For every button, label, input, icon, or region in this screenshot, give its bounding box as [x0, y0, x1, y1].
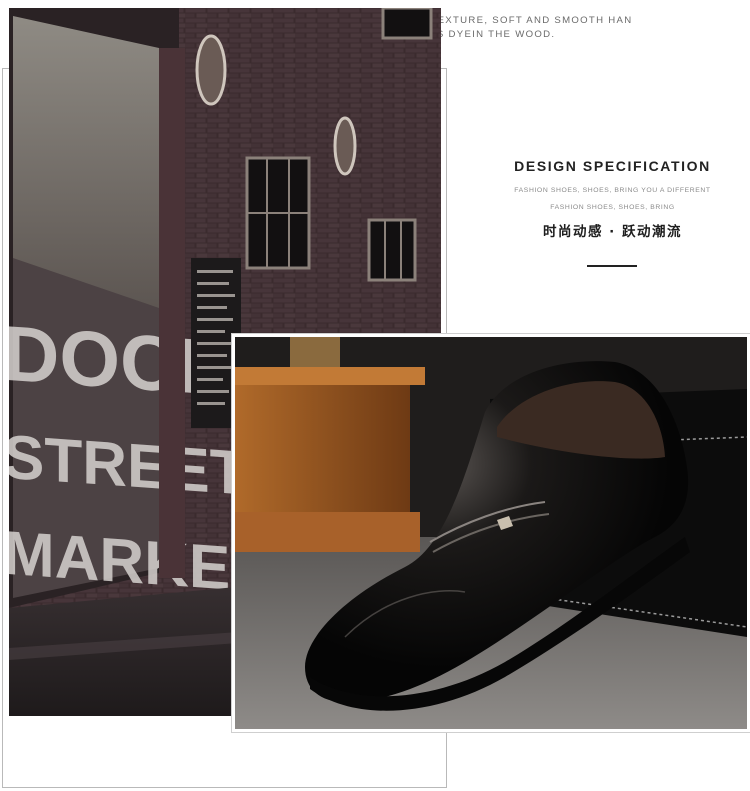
design-specification: DESIGN SPECIFICATION FASHION SHOES, SHOE… [500, 158, 725, 240]
spec-title: DESIGN SPECIFICATION [514, 158, 711, 174]
spec-chinese-slogan: 时尚动感 · 跃动潮流 [542, 224, 683, 240]
spec-subtitle-1: FASHION SHOES, SHOES, BRING YOU A DIFFER… [514, 187, 711, 194]
spec-subtitle-2: FASHION SHOES, SHOES, BRING [550, 204, 675, 211]
spec-underline [587, 265, 637, 267]
shoe-photo [235, 337, 747, 729]
shoe-photo-frame [232, 334, 750, 732]
